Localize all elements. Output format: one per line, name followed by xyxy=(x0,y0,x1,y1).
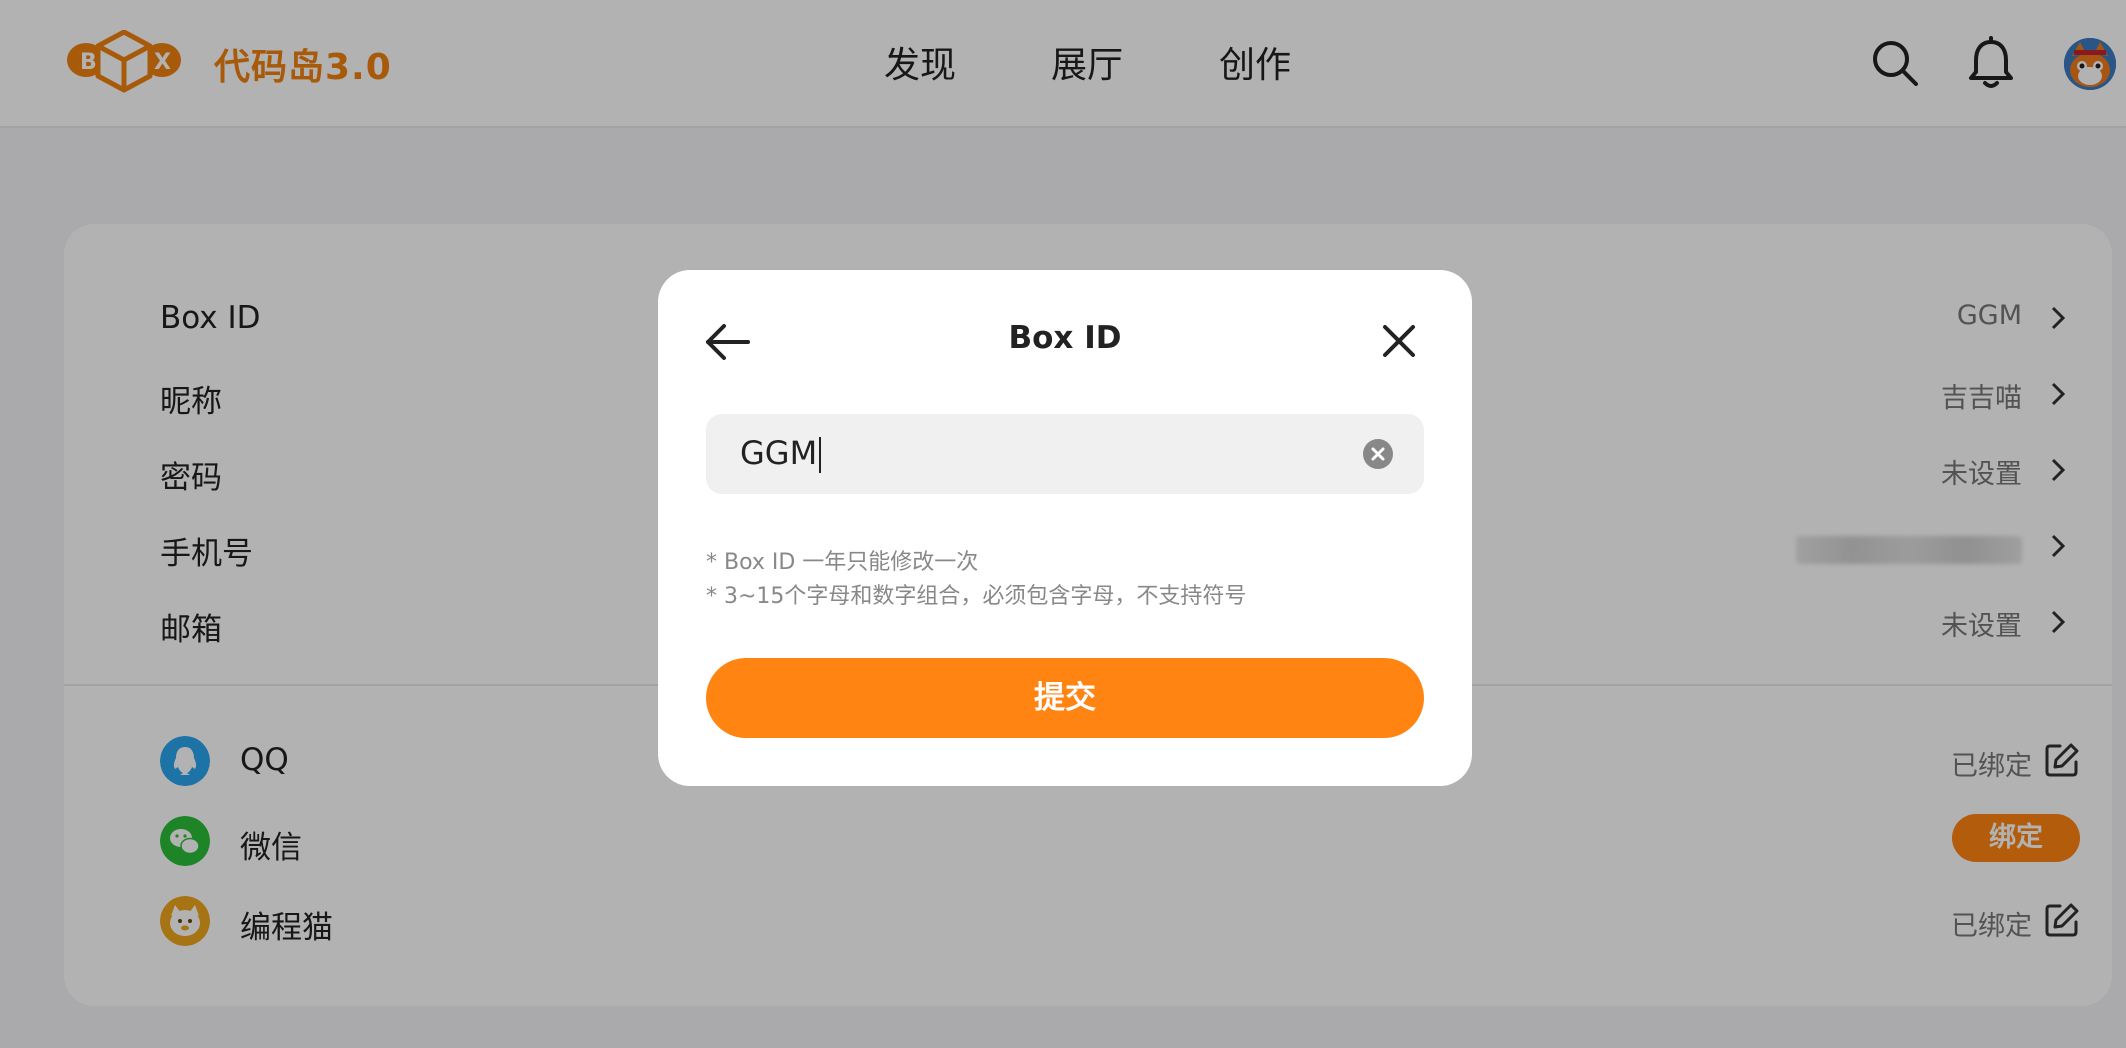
hint-text: * Box ID 一年只能修改一次 xyxy=(706,550,979,575)
box-id-dialog: Box ID GGM * Box ID 一年只能修改一次 * 3~15个字母和数… xyxy=(658,270,1472,786)
hint-text: * 3~15个字母和数字组合，必须包含字母，不支持符号 xyxy=(706,584,1247,609)
close-icon[interactable] xyxy=(1380,322,1418,360)
submit-button[interactable]: 提交 xyxy=(706,658,1424,738)
input-value: GGM xyxy=(740,434,818,472)
box-id-input[interactable]: GGM xyxy=(706,414,1424,494)
input-value-wrapper: GGM xyxy=(740,434,822,473)
text-caret xyxy=(819,437,822,473)
clear-input-icon[interactable] xyxy=(1362,438,1394,470)
dialog-title: Box ID xyxy=(1008,320,1122,356)
